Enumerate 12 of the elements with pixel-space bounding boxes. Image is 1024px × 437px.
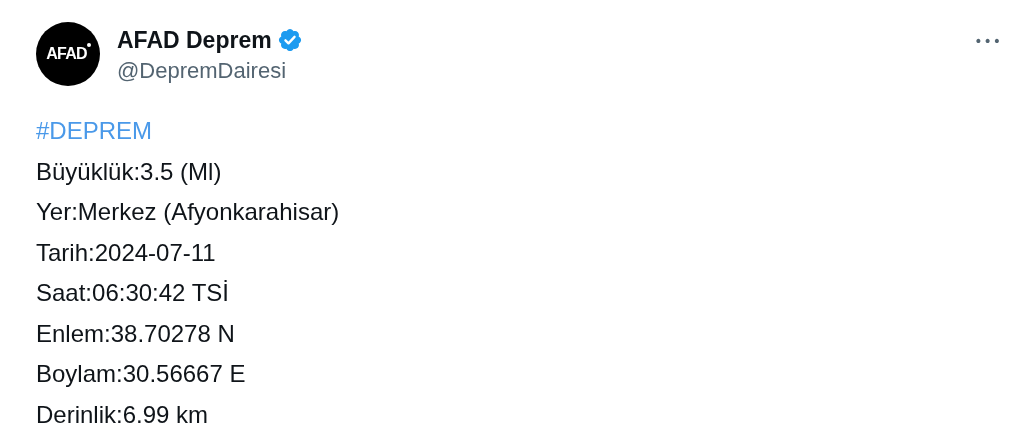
logo-text: AFAD [46,45,87,63]
post-text-line: Saat:06:30:42 TSİ [36,278,230,308]
avatar[interactable]: AFAD [36,22,100,86]
account-name[interactable]: AFAD Deprem [117,26,272,54]
account-handle[interactable]: @DepremDairesi [117,58,973,84]
post-text-line: Büyüklük:3.5 (Ml) [36,156,222,187]
post-text-line: Derinlik:6.99 km [36,399,209,430]
post-text-line: Yer:Merkez (Afyonkarahisar) [36,197,340,227]
post-text-line: Tarih:2024-07-11 [36,237,216,268]
more-button[interactable]: ••• [972,29,1004,53]
post-text-line: Enlem:38.70278 N [36,318,235,349]
post-text-line: Boylam:30.56667 E [36,359,246,389]
